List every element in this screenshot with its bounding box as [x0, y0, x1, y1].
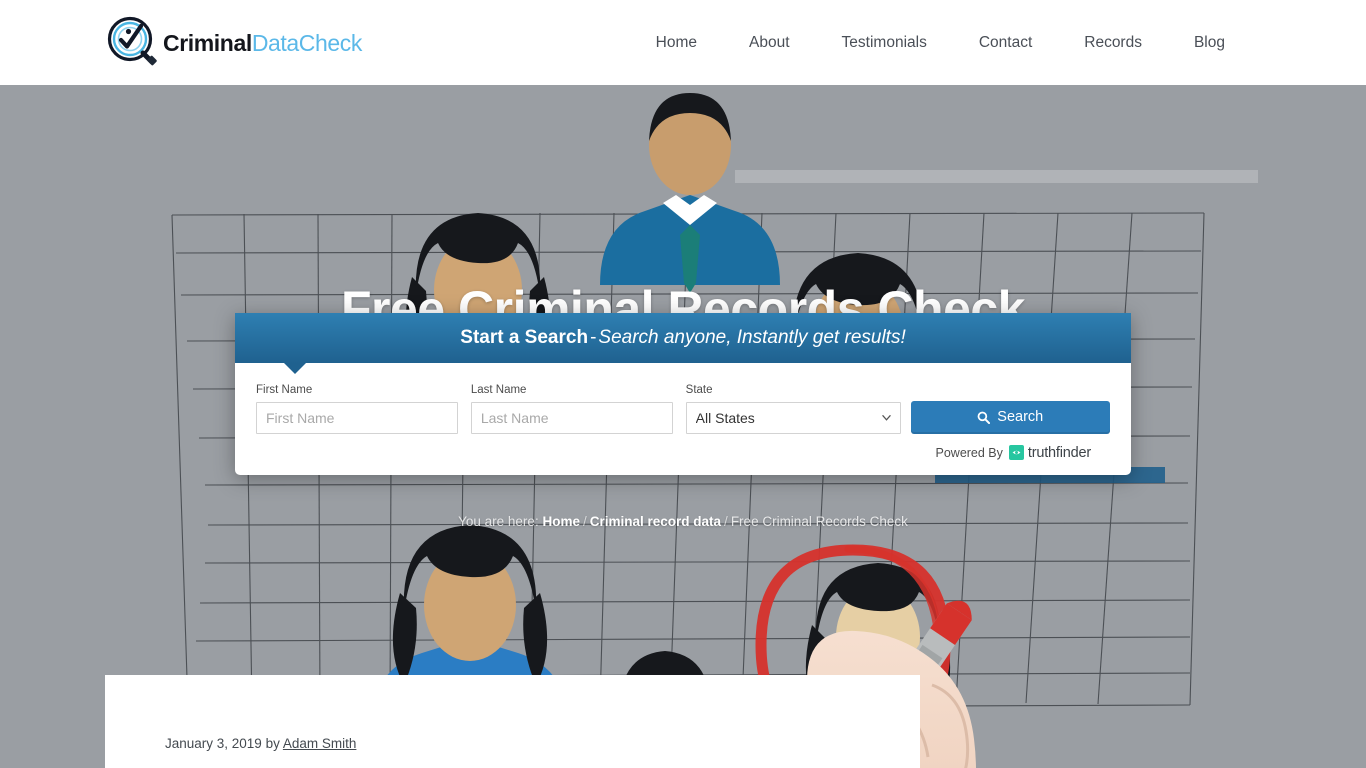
breadcrumb: You are here: Home / Criminal record data /…: [0, 513, 1366, 531]
state-field-group: State All States: [685, 384, 901, 434]
first-name-input[interactable]: [256, 401, 458, 434]
logo-text-datacheck: DataCheck: [251, 29, 363, 56]
post-meta-by: by: [265, 736, 280, 751]
nav-item-records[interactable]: Records: [1058, 0, 1168, 85]
post-author-link[interactable]: Adam Smith: [283, 736, 357, 751]
breadcrumb-separator-2: /: [724, 514, 728, 529]
search-heading-tagline: Search anyone, Instantly get results!: [598, 327, 906, 348]
search-heading-bold: Start a Search: [460, 327, 589, 348]
nav-item-testimonials[interactable]: Testimonials: [816, 0, 953, 85]
breadcrumb-separator-1: /: [582, 514, 587, 529]
truthfinder-logo: truthfinder: [1008, 444, 1091, 461]
truthfinder-eye-icon: [1008, 445, 1024, 460]
first-name-field-group: First Name: [256, 384, 458, 434]
nav-item-blog[interactable]: Blog: [1168, 0, 1251, 85]
post-date: January 3, 2019: [165, 736, 262, 751]
last-name-label: Last Name: [470, 384, 527, 396]
first-name-label: First Name: [256, 384, 313, 396]
truthfinder-wordmark: truthfinder: [1027, 444, 1091, 461]
breadcrumb-item-criminal-record-data[interactable]: Criminal record data: [590, 514, 721, 529]
breadcrumb-item-current: Free Criminal Records Check: [730, 514, 908, 529]
site-header: CriminalDataCheck Home About Testimonial…: [0, 0, 1366, 85]
breadcrumb-item-home[interactable]: Home: [542, 514, 580, 529]
hero-section: Free Criminal Records Check Start a Sear…: [0, 85, 1366, 768]
nav-item-about[interactable]: About: [723, 0, 816, 85]
nav-item-home[interactable]: Home: [630, 0, 723, 85]
search-form: First Name Last Name State All States: [235, 363, 1131, 475]
search-widget-heading: Start a Search - Search anyone, Instantl…: [235, 313, 1131, 374]
post-meta: January 3, 2019 by Adam Smith: [165, 737, 356, 751]
search-button-label: Search: [997, 409, 1044, 425]
state-label: State: [685, 384, 713, 396]
hero-ghost-panel: [735, 170, 1258, 183]
breadcrumb-prefix: You are here:: [458, 514, 539, 529]
last-name-input[interactable]: [470, 401, 673, 434]
search-heading-dash: -: [590, 327, 597, 348]
content-card: January 3, 2019 by Adam Smith: [105, 675, 920, 768]
search-icon: [977, 411, 991, 424]
state-select[interactable]: All States: [685, 401, 901, 434]
search-button[interactable]: Search: [910, 400, 1111, 434]
logo-text-criminal: Criminal: [163, 29, 252, 56]
powered-by: Powered By truthfinder: [256, 445, 1110, 461]
nav-item-contact[interactable]: Contact: [953, 0, 1058, 85]
last-name-field-group: Last Name: [470, 384, 673, 434]
powered-by-label: Powered By: [935, 445, 1003, 460]
magnifier-check-logo-icon: [105, 15, 161, 71]
main-navigation: Home About Testimonials Contact Records …: [630, 0, 1251, 85]
site-logo[interactable]: CriminalDataCheck: [105, 12, 362, 74]
search-widget: Start a Search - Search anyone, Instantl…: [235, 313, 1131, 475]
site-logo-text: CriminalDataCheck: [163, 29, 363, 56]
